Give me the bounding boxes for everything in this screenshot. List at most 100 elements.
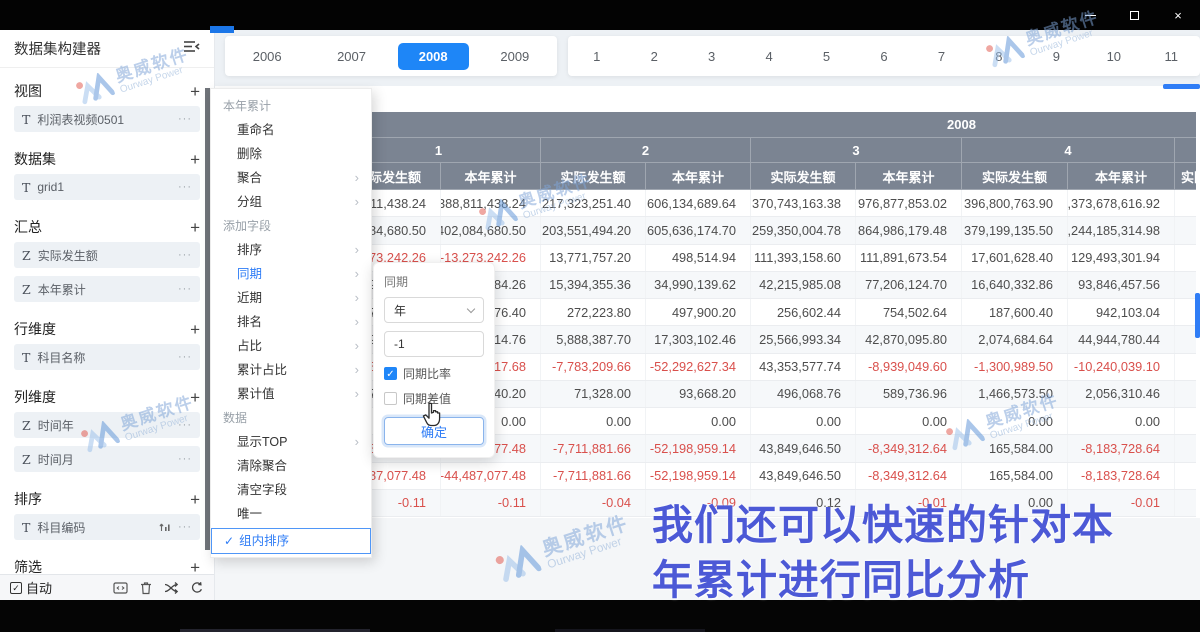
menu-item-2[interactable]: 删除 — [211, 142, 371, 166]
auto-toggle[interactable]: ✓ 自动 — [10, 578, 52, 597]
checkbox-icon[interactable] — [384, 392, 397, 405]
menu-item-4[interactable]: 分组 › — [211, 190, 371, 214]
selected-unit: 年 — [394, 303, 407, 318]
more-icon[interactable]: ··· — [178, 249, 192, 261]
chevron-right-icon: › — [354, 290, 359, 305]
more-icon[interactable]: ··· — [178, 419, 192, 431]
month-tab-2[interactable]: 2 — [625, 49, 682, 64]
field-chip[interactable]: T 利润表视频0501 ··· — [14, 106, 200, 132]
shuffle-icon[interactable] — [164, 581, 179, 595]
month-tab-3[interactable]: 3 — [683, 49, 740, 64]
menu-item-9[interactable]: 排名 › — [211, 310, 371, 334]
menu-item-6[interactable]: 排序 › — [211, 238, 371, 262]
menu-item-14[interactable]: 显示TOP › — [211, 430, 371, 454]
table-cell: 44,944,780.44 — [1068, 326, 1175, 353]
field-label: 科目名称 — [37, 350, 86, 365]
menu-item-8[interactable]: 近期 › — [211, 286, 371, 310]
sidebar-header: 数据集构建器 — [0, 30, 214, 68]
table-column-header: 本年累计 — [856, 163, 962, 190]
add-icon[interactable]: + — [190, 559, 200, 575]
auto-label: 自动 — [26, 581, 53, 596]
checkbox-checked-icon[interactable]: ✓ — [384, 367, 397, 380]
chevron-right-icon: › — [354, 386, 359, 401]
refresh-icon[interactable] — [190, 581, 204, 595]
add-icon[interactable]: + — [190, 389, 200, 406]
menu-item-12[interactable]: 累计值 › — [211, 382, 371, 406]
month-tab-10[interactable]: 10 — [1085, 49, 1142, 64]
year-tab-2006[interactable]: 2006 — [225, 49, 309, 64]
collapse-menu-icon[interactable] — [183, 40, 200, 57]
menu-item-label: 累计值 — [237, 387, 275, 401]
table-cell: 942,103.04 — [1068, 299, 1175, 326]
offset-input[interactable]: -1 — [384, 331, 484, 357]
chevron-down-icon — [466, 304, 476, 313]
maximize-button[interactable] — [1112, 0, 1156, 30]
year-tab-2009[interactable]: 2009 — [473, 49, 557, 64]
add-icon[interactable]: + — [190, 151, 200, 168]
month-tab-5[interactable]: 5 — [798, 49, 855, 64]
code-icon[interactable] — [113, 581, 128, 595]
year-tab-2008[interactable]: 2008 — [397, 42, 469, 70]
add-icon[interactable]: + — [190, 321, 200, 338]
field-chip[interactable]: Z 时间年 ··· — [14, 412, 200, 438]
ratio-option[interactable]: ✓ 同期比率 — [384, 365, 484, 382]
add-icon[interactable]: + — [190, 219, 200, 236]
table-cell: -1,300,989.50 — [962, 353, 1068, 380]
month-tab-7[interactable]: 7 — [913, 49, 970, 64]
menu-item-10[interactable]: 占比 › — [211, 334, 371, 358]
more-icon[interactable]: ··· — [178, 521, 192, 533]
table-cell: 93,668.20 — [646, 380, 751, 407]
chevron-right-icon: › — [354, 362, 359, 377]
period-unit-select[interactable]: 年 — [384, 297, 484, 323]
table-cell: 754,502.64 — [856, 299, 962, 326]
table-cell: 605,636,174.70 — [646, 217, 751, 244]
table-cell: 379,199,135.50 — [962, 217, 1068, 244]
menu-item-1[interactable]: 重命名 — [211, 118, 371, 142]
menu-item-7[interactable]: 同期 › — [211, 262, 371, 286]
more-icon[interactable]: ··· — [178, 351, 192, 363]
table-cell: 129,493,301.94 — [1068, 244, 1175, 271]
menu-item-11[interactable]: 累计占比 › — [211, 358, 371, 382]
close-button[interactable]: × — [1156, 0, 1200, 30]
table-cell: 43,849,646.50 — [751, 435, 856, 462]
month-tab-4[interactable]: 4 — [740, 49, 797, 64]
field-chip[interactable]: T 科目编码 ··· — [14, 514, 200, 540]
table-column-header: 本年累计 — [646, 163, 751, 190]
chevron-right-icon: › — [354, 434, 359, 449]
table-cell: 396,800,763.90 — [962, 190, 1068, 217]
vertical-scrollbar-thumb[interactable] — [1195, 293, 1200, 338]
field-label: 本年累计 — [37, 282, 86, 297]
table-cell: 42,870,095.80 — [856, 326, 962, 353]
month-tab-8[interactable]: 8 — [970, 49, 1027, 64]
add-icon[interactable]: + — [190, 83, 200, 100]
more-icon[interactable]: ··· — [178, 453, 192, 465]
month-tab-9[interactable]: 9 — [1028, 49, 1085, 64]
more-icon[interactable]: ··· — [178, 113, 192, 125]
field-chip[interactable]: T 科目名称 ··· — [14, 344, 200, 370]
menu-item-17[interactable]: 唯一 — [211, 502, 371, 526]
table-month-group: 4 — [962, 138, 1175, 163]
month-tab-1[interactable]: 1 — [568, 49, 625, 64]
window-controls: × — [1068, 0, 1200, 30]
field-chip[interactable]: Z 本年累计 ··· — [14, 276, 200, 302]
table-cell — [1175, 381, 1196, 407]
chevron-right-icon: › — [354, 242, 359, 257]
menu-item-16[interactable]: 清空字段 — [211, 478, 371, 502]
field-type-icon: Z — [22, 247, 31, 263]
month-tab-6[interactable]: 6 — [855, 49, 912, 64]
menu-item-15[interactable]: 清除聚合 — [211, 454, 371, 478]
menu-item-18[interactable]: ✓ 组内排序 — [211, 528, 371, 554]
horizontal-scrollbar-thumb[interactable] — [1163, 84, 1200, 89]
month-tab-11[interactable]: 11 — [1143, 49, 1200, 64]
minimize-button[interactable] — [1068, 0, 1112, 30]
more-icon[interactable]: ··· — [178, 181, 192, 193]
trash-icon[interactable] — [139, 581, 153, 595]
year-tab-2007[interactable]: 2007 — [309, 49, 393, 64]
chevron-right-icon: › — [354, 194, 359, 209]
menu-item-3[interactable]: 聚合 › — [211, 166, 371, 190]
add-icon[interactable]: + — [190, 491, 200, 508]
field-chip[interactable]: Z 时间月 ··· — [14, 446, 200, 472]
more-icon[interactable]: ··· — [178, 283, 192, 295]
field-chip[interactable]: Tgrid1 ··· — [14, 174, 200, 200]
field-chip[interactable]: Z 实际发生额 ··· — [14, 242, 200, 268]
